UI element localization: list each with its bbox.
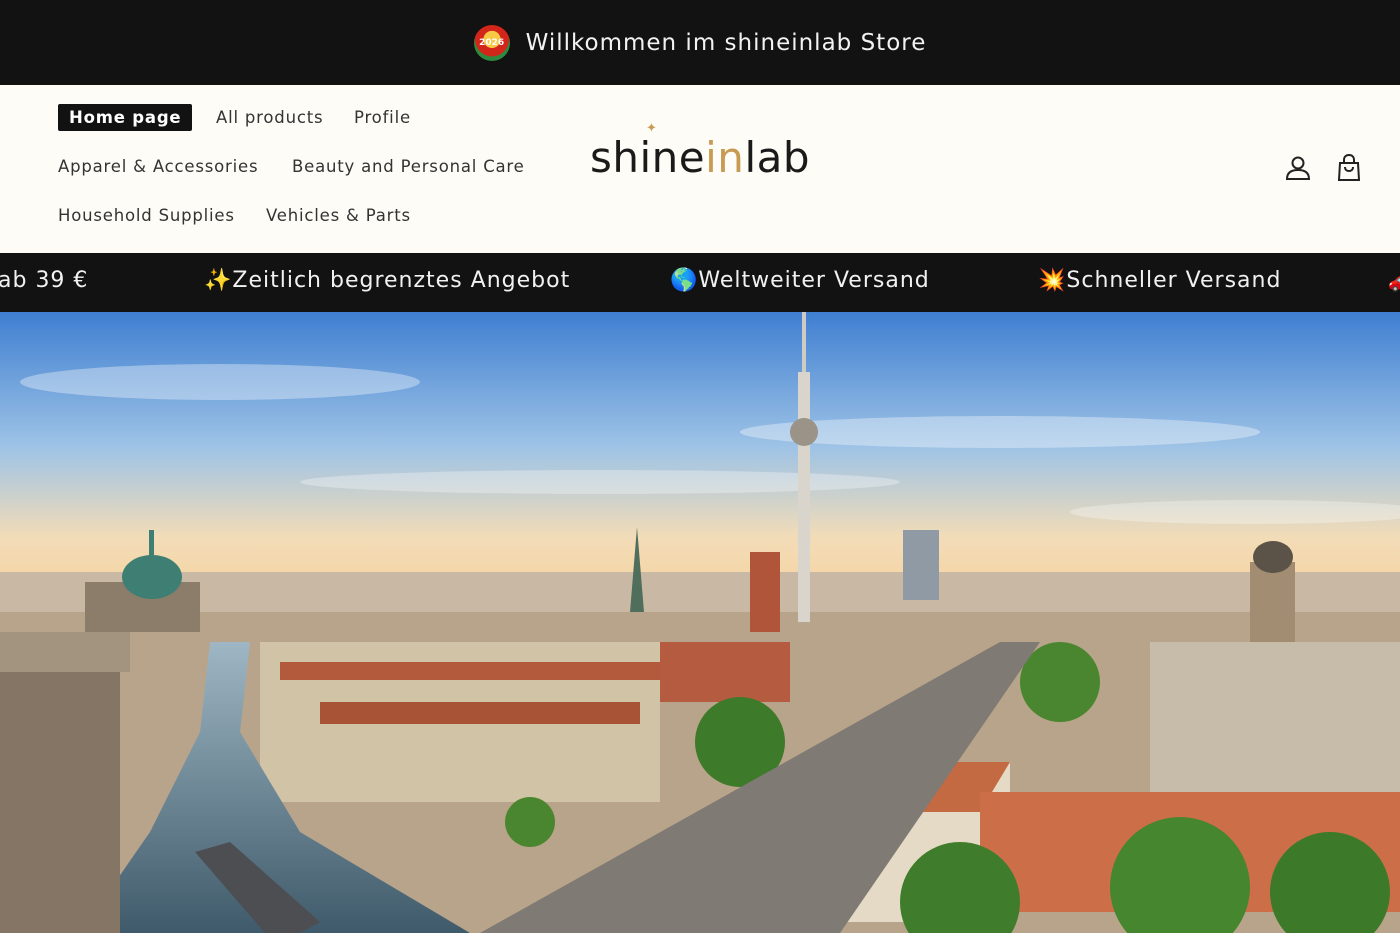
shopping-bag-icon[interactable] (1334, 153, 1364, 183)
marquee-item-fast-shipping: 💥Schneller Versand (1038, 268, 1282, 293)
logo-text-in: in (705, 133, 745, 182)
logo-star-icon: ✦ (646, 121, 658, 136)
announcement-text: Willkommen im shineinlab Store (525, 29, 927, 56)
marquee-item-limited-offer: ✨Zeitlich begrenztes Angebot (204, 268, 571, 293)
hero-banner-image[interactable] (0, 312, 1400, 933)
badge-year: 2026 (479, 37, 505, 48)
nav-household-supplies[interactable]: Household Supplies (58, 206, 235, 225)
logo-text-shine: shine (590, 133, 706, 182)
nav-beauty-personal-care[interactable]: Beauty and Personal Care (292, 157, 525, 176)
nav-all-products[interactable]: All products (216, 108, 323, 127)
nav-home-page[interactable]: Home page (58, 104, 193, 131)
logo-text-lab: lab (744, 133, 811, 182)
nav-profile[interactable]: Profile (354, 108, 411, 127)
store-logo[interactable]: ✦ shineinlab (590, 121, 811, 182)
account-icon[interactable] (1283, 153, 1313, 183)
site-header: Home page All products Profile Apparel &… (0, 85, 1400, 253)
marquee-item-free-shipping: ab 39 € (0, 268, 89, 293)
nav-vehicles-parts[interactable]: Vehicles & Parts (266, 206, 411, 225)
marquee-item-worldwide-shipping: 🌎Weltweiter Versand (670, 268, 930, 293)
nav-apparel-accessories[interactable]: Apparel & Accessories (58, 157, 258, 176)
marquee-item-car-icon: 🚗 (1388, 268, 1400, 293)
promo-marquee: ab 39 € ✨Zeitlich begrenztes Angebot 🌎We… (0, 253, 1400, 312)
anniversary-badge-icon: 2026 (473, 24, 510, 61)
announcement-bar: 2026 Willkommen im shineinlab Store (0, 0, 1400, 85)
